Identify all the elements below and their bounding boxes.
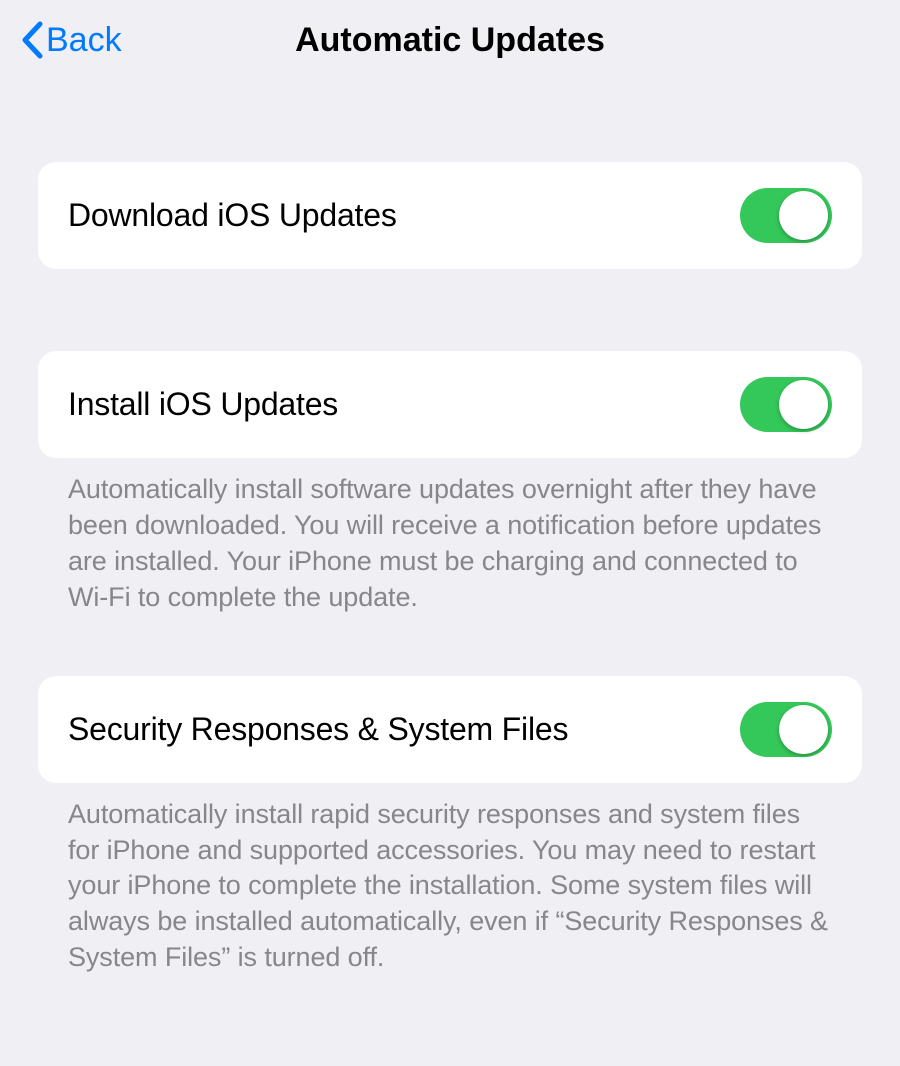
download-ios-updates-label: Download iOS Updates <box>68 197 397 234</box>
security-responses-footer: Automatically install rapid security res… <box>38 783 862 977</box>
back-button[interactable]: Back <box>20 20 122 60</box>
download-ios-updates-toggle[interactable] <box>740 188 832 243</box>
back-label: Back <box>46 21 122 60</box>
navigation-bar: Back Automatic Updates <box>0 0 900 80</box>
install-updates-section: Install iOS Updates Automatically instal… <box>0 351 900 616</box>
toggle-knob <box>779 380 828 429</box>
download-ios-updates-cell: Download iOS Updates <box>38 162 862 269</box>
security-responses-section: Security Responses & System Files Automa… <box>0 676 900 977</box>
security-responses-label: Security Responses & System Files <box>68 711 568 748</box>
install-updates-footer: Automatically install software updates o… <box>38 458 862 616</box>
install-ios-updates-cell: Install iOS Updates <box>38 351 862 458</box>
security-responses-cell: Security Responses & System Files <box>38 676 862 783</box>
download-updates-section: Download iOS Updates <box>0 162 900 269</box>
install-ios-updates-label: Install iOS Updates <box>68 386 338 423</box>
install-ios-updates-toggle[interactable] <box>740 377 832 432</box>
toggle-knob <box>779 705 828 754</box>
page-title: Automatic Updates <box>295 21 605 60</box>
chevron-left-icon <box>20 20 44 60</box>
toggle-knob <box>779 191 828 240</box>
security-responses-toggle[interactable] <box>740 702 832 757</box>
